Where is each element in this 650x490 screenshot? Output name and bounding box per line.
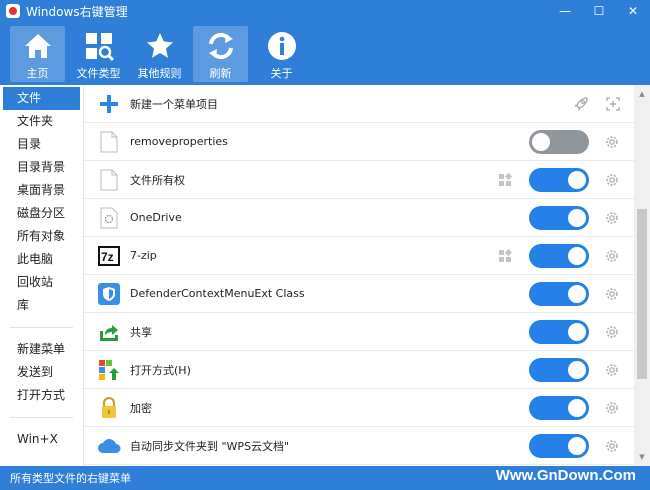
list-item[interactable]: 7z 7-zip: [84, 237, 634, 275]
gear-icon[interactable]: [604, 172, 620, 188]
sidebar-item-all-objects[interactable]: 所有对象: [0, 225, 83, 248]
close-button[interactable]: ✕: [616, 0, 650, 22]
open-with-icon: [97, 358, 121, 382]
sidebar-item-directory-background[interactable]: 目录背景: [0, 156, 83, 179]
scroll-down-icon[interactable]: ▼: [634, 450, 650, 464]
list-item[interactable]: 文件所有权: [84, 161, 634, 199]
list-item[interactable]: OneDrive: [84, 199, 634, 237]
sidebar-item-folder[interactable]: 文件夹: [0, 110, 83, 133]
star-icon: [146, 33, 173, 58]
menu-item-list: 新建一个菜单项目 removeproperties 文件所有权 OneDrive…: [84, 85, 634, 466]
sidebar-item-file[interactable]: 文件: [3, 87, 80, 110]
window-title: Windows右键管理: [26, 4, 128, 19]
status-bar: 所有类型文件的右键菜单 Www.GnDown.Com: [0, 466, 650, 490]
toolbar-home-button[interactable]: 主页: [10, 26, 65, 82]
gear-icon[interactable]: [604, 134, 620, 150]
toolbar-refresh-button[interactable]: 刷新: [193, 26, 248, 82]
list-item[interactable]: removeproperties: [84, 123, 634, 161]
gear-icon[interactable]: [604, 400, 620, 416]
minimize-button[interactable]: —: [548, 0, 582, 22]
gear-icon[interactable]: [604, 248, 620, 264]
app-icon: [6, 4, 20, 18]
sidebar-item-desktop-background[interactable]: 桌面背景: [0, 179, 83, 202]
gear-icon[interactable]: [604, 438, 620, 454]
blank-file-icon: [97, 168, 121, 192]
list-item[interactable]: 自动同步文件夹到 "WPS云文档": [84, 427, 634, 465]
watermark: Www.GnDown.Com: [495, 467, 636, 484]
sidebar-item-library[interactable]: 库: [0, 294, 83, 317]
gear-icon[interactable]: [604, 362, 620, 378]
cloud-icon: [97, 434, 121, 458]
gear-icon[interactable]: [604, 210, 620, 226]
home-icon: [24, 34, 51, 58]
enable-toggle[interactable]: [529, 358, 589, 382]
sidebar-divider: [10, 417, 73, 418]
enable-toggle[interactable]: [529, 244, 589, 268]
info-icon: [267, 32, 296, 60]
sidebar-item-send-to[interactable]: 发送到: [0, 361, 83, 384]
new-menu-item-label: 新建一个菜单项目: [130, 97, 218, 111]
list-item[interactable]: DefenderContextMenuExt Class: [84, 275, 634, 313]
blank-file-icon: [97, 130, 121, 154]
share-icon: [97, 320, 121, 344]
list-item[interactable]: 打开方式(H): [84, 351, 634, 389]
scroll-up-icon[interactable]: ▲: [634, 87, 650, 101]
plus-icon: [97, 92, 121, 116]
toolbar-about-button[interactable]: 关于: [254, 26, 309, 82]
rocket-icon[interactable]: [572, 95, 590, 113]
toolbar-file-types-button[interactable]: 文件类型: [71, 26, 126, 82]
windows-tag-icon: [499, 249, 512, 262]
sidebar-item-recycle-bin[interactable]: 回收站: [0, 271, 83, 294]
gear-icon[interactable]: [604, 324, 620, 340]
enable-toggle[interactable]: [529, 396, 589, 420]
toolbar-other-rules-button[interactable]: 其他规则: [132, 26, 187, 82]
7zip-icon: 7z: [97, 244, 121, 268]
onedrive-file-icon: [97, 206, 121, 230]
maximize-button[interactable]: ☐: [582, 0, 616, 22]
status-text: 所有类型文件的右键菜单: [10, 472, 131, 485]
list-item[interactable]: 共享: [84, 313, 634, 351]
sidebar-divider: [10, 327, 73, 328]
defender-icon: [97, 282, 121, 306]
toolbar: 主页 文件类型 其他规则 刷新 关于: [0, 22, 650, 85]
toolbar-other-rules-label: 其他规则: [137, 67, 182, 80]
enable-toggle[interactable]: [529, 206, 589, 230]
sidebar-item-directory[interactable]: 目录: [0, 133, 83, 156]
vertical-scrollbar[interactable]: ▲ ▼: [634, 85, 650, 466]
sidebar: 文件 文件夹 目录 目录背景 桌面背景 磁盘分区 所有对象 此电脑 回收站 库 …: [0, 85, 84, 466]
sidebar-item-open-with[interactable]: 打开方式: [0, 384, 83, 407]
toolbar-refresh-label: 刷新: [209, 67, 232, 80]
toolbar-about-label: 关于: [270, 67, 293, 80]
title-bar: Windows右键管理 — ☐ ✕: [0, 0, 650, 22]
windows-tag-icon: [499, 173, 512, 186]
enable-toggle[interactable]: [529, 168, 589, 192]
sidebar-item-this-pc[interactable]: 此电脑: [0, 248, 83, 271]
sidebar-item-drive[interactable]: 磁盘分区: [0, 202, 83, 225]
toolbar-file-types-label: 文件类型: [76, 67, 121, 80]
enable-toggle[interactable]: [529, 130, 589, 154]
lock-icon: [97, 396, 121, 420]
enable-toggle[interactable]: [529, 320, 589, 344]
toolbar-home-label: 主页: [26, 67, 49, 80]
sidebar-item-new-menu[interactable]: 新建菜单: [0, 338, 83, 361]
enable-toggle[interactable]: [529, 282, 589, 306]
svg-text:7z: 7z: [101, 250, 114, 264]
add-target-icon[interactable]: [604, 95, 622, 113]
scroll-thumb[interactable]: [637, 209, 647, 379]
file-types-icon: [85, 33, 114, 62]
list-item[interactable]: 加密: [84, 389, 634, 427]
enable-toggle[interactable]: [529, 434, 589, 458]
gear-icon[interactable]: [604, 286, 620, 302]
sidebar-item-win-x[interactable]: Win+X: [0, 428, 83, 451]
new-menu-item-row[interactable]: 新建一个菜单项目: [84, 85, 634, 123]
refresh-icon: [208, 32, 233, 60]
